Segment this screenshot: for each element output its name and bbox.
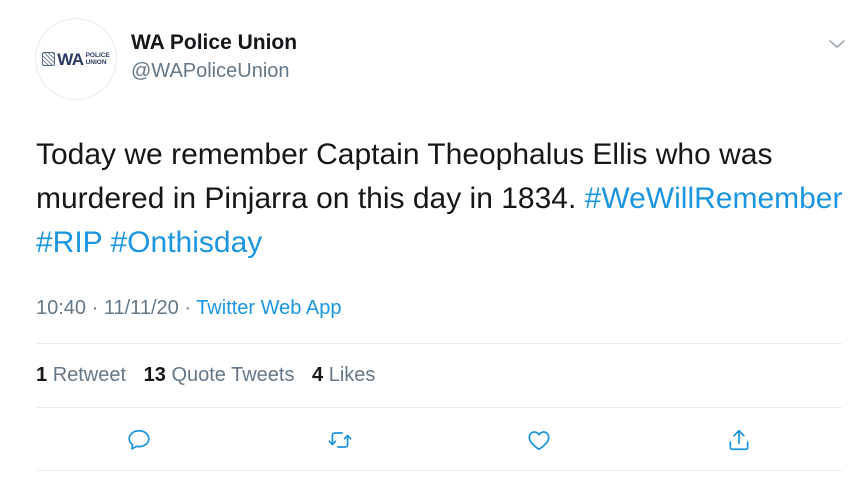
tweet-time[interactable]: 10:40 bbox=[36, 297, 86, 319]
tweet-stats: 1 Retweet 13 Quote Tweets 4 Likes bbox=[36, 364, 387, 387]
meta-separator: · bbox=[184, 297, 191, 319]
quote-tweet-count: 13 bbox=[143, 364, 166, 386]
quote-tweet-label: Quote Tweets bbox=[171, 364, 295, 386]
tweet-meta: 10:40 · 11/11/20 · Twitter Web App bbox=[36, 297, 341, 320]
quote-tweets-link[interactable]: 13 Quote Tweets bbox=[144, 364, 300, 386]
author-display-name[interactable]: WA Police Union bbox=[131, 31, 297, 55]
reply-button[interactable] bbox=[125, 426, 153, 454]
like-label: Likes bbox=[328, 364, 376, 386]
logo-subtext-line2: UNION bbox=[85, 59, 107, 66]
reply-icon bbox=[128, 429, 150, 450]
retweet-count-link[interactable]: 1 Retweet bbox=[36, 364, 132, 386]
hashtag-link[interactable]: #RIP bbox=[36, 226, 102, 259]
wa-police-union-logo: WA POLICE UNION bbox=[42, 51, 110, 68]
hashtag-link[interactable]: #Onthisday bbox=[111, 226, 263, 259]
retweet-count: 1 bbox=[36, 364, 48, 386]
retweet-icon bbox=[328, 432, 352, 448]
hashtag-link[interactable]: #WeWillRemember bbox=[585, 182, 843, 215]
logo-subtext-line1: POLICE bbox=[85, 52, 110, 59]
meta-separator: · bbox=[91, 297, 99, 319]
tweet-date[interactable]: 11/11/20 bbox=[104, 297, 179, 319]
divider bbox=[36, 343, 842, 344]
avatar[interactable]: WA POLICE UNION bbox=[35, 18, 117, 100]
author-handle[interactable]: @WAPoliceUnion bbox=[131, 60, 290, 83]
likes-link[interactable]: 4 Likes bbox=[312, 364, 375, 386]
badge-emblem-icon bbox=[42, 52, 56, 66]
share-button[interactable] bbox=[725, 426, 753, 454]
share-icon bbox=[729, 429, 749, 451]
logo-main-text: WA bbox=[57, 49, 84, 69]
like-count: 4 bbox=[312, 364, 324, 386]
tweet-text: Today we remember Captain Theophalus Ell… bbox=[36, 133, 846, 265]
like-button[interactable] bbox=[525, 426, 553, 454]
divider bbox=[36, 470, 842, 471]
tweet-source-link[interactable]: Twitter Web App bbox=[196, 297, 341, 319]
logo-subtext: POLICE UNION bbox=[86, 52, 110, 66]
retweet-label: Retweet bbox=[52, 364, 127, 386]
chevron-down-icon[interactable] bbox=[828, 37, 846, 51]
like-icon bbox=[528, 431, 550, 451]
retweet-button[interactable] bbox=[326, 426, 354, 454]
divider bbox=[36, 407, 842, 408]
